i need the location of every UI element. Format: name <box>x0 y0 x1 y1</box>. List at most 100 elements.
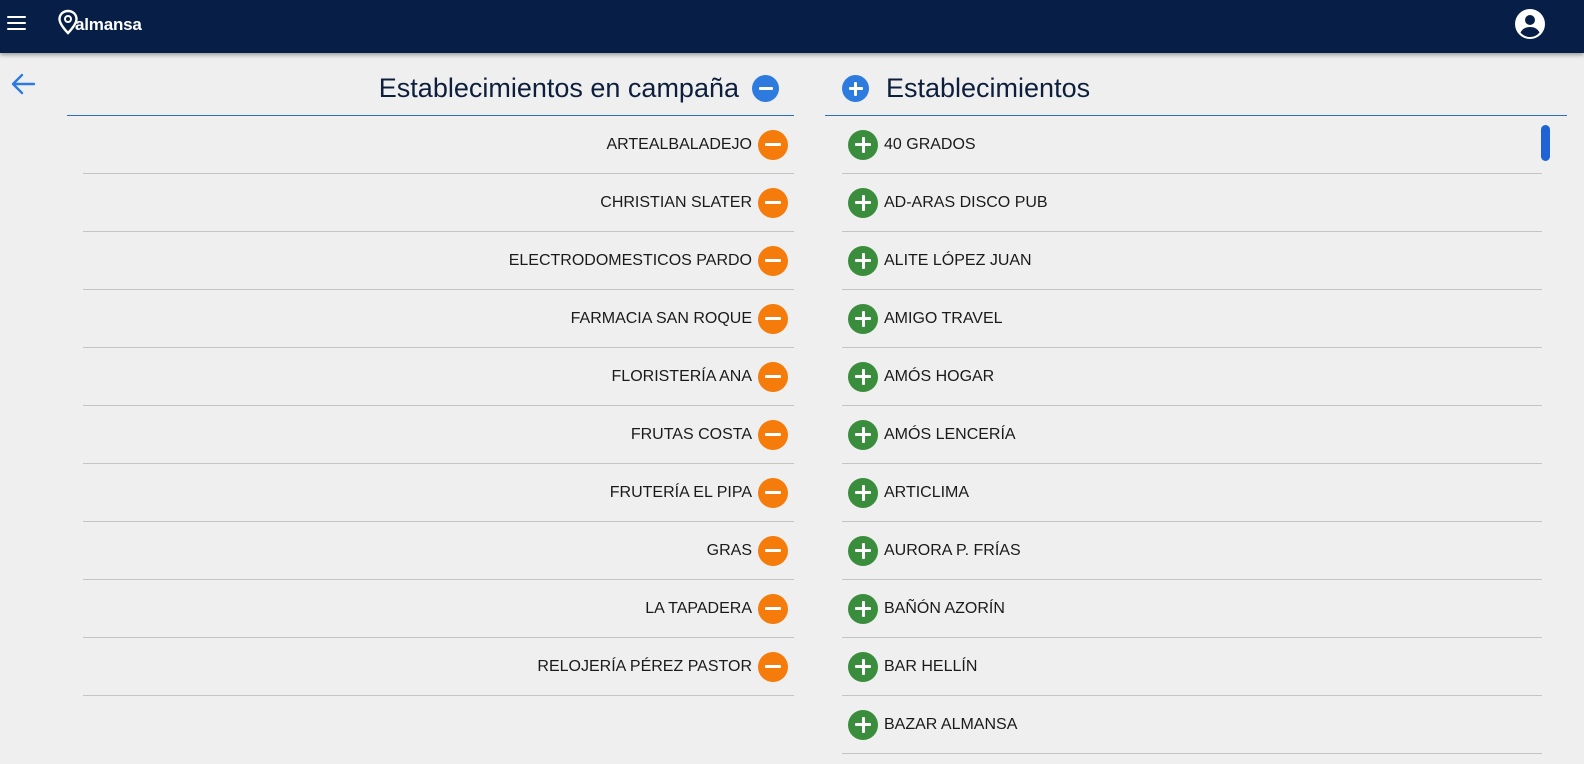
establishment-name: AMÓS LENCERÍA <box>884 425 1016 443</box>
list-item: ARTICLIMA <box>842 464 1542 522</box>
establishment-name: RELOJERÍA PÉREZ PASTOR <box>537 657 752 675</box>
campaign-establishments-panel: Establecimientos en campaña ARTEALBALADE… <box>67 62 794 696</box>
establishment-name: AD-ARAS DISCO PUB <box>884 193 1048 211</box>
logo-text: almansa <box>75 14 142 34</box>
app-logo[interactable]: almansa <box>58 7 142 39</box>
list-item: AD-ARAS DISCO PUB <box>842 174 1542 232</box>
remove-establishment-button[interactable] <box>758 419 788 450</box>
remove-establishment-button[interactable] <box>758 129 788 160</box>
list-item: BAÑÓN AZORÍN <box>842 580 1542 638</box>
minus-circle-icon <box>765 375 781 378</box>
establishment-name: 40 GRADOS <box>884 135 976 153</box>
remove-establishment-button[interactable] <box>758 477 788 508</box>
establishment-name: GRAS <box>706 541 752 559</box>
hamburger-menu-icon[interactable] <box>7 16 26 30</box>
list-item: GRAS <box>83 522 794 580</box>
plus-circle-icon <box>855 136 871 153</box>
all-establishments-panel: Establecimientos 40 GRADOS AD-ARAS DISCO … <box>825 62 1567 754</box>
list-item: LA TAPADERA <box>83 580 794 638</box>
plus-circle-icon <box>855 600 871 617</box>
plus-circle-icon <box>855 194 871 211</box>
plus-circle-icon <box>855 426 871 443</box>
establishment-name: CHRISTIAN SLATER <box>600 193 752 211</box>
list-item: RELOJERÍA PÉREZ PASTOR <box>83 638 794 696</box>
add-establishment-button[interactable] <box>848 129 878 160</box>
panel-title: Establecimientos en campaña <box>378 73 739 103</box>
add-establishment-button[interactable] <box>848 477 878 508</box>
remove-establishment-button[interactable] <box>758 361 788 392</box>
minus-circle-icon <box>765 143 781 146</box>
establishment-name: ELECTRODOMESTICOS PARDO <box>508 251 752 269</box>
establishment-name: BAÑÓN AZORÍN <box>884 599 1005 617</box>
establishment-name: AMIGO TRAVEL <box>884 309 1003 327</box>
add-establishment-button[interactable] <box>848 361 878 392</box>
list-item: AURORA P. FRÍAS <box>842 522 1542 580</box>
plus-circle-icon <box>855 368 871 385</box>
remove-establishment-button[interactable] <box>758 593 788 624</box>
remove-establishment-button[interactable] <box>758 651 788 682</box>
establishments-list: 40 GRADOS AD-ARAS DISCO PUB ALITE LÓPEZ JU… <box>842 116 1542 754</box>
minus-circle-icon <box>765 259 781 262</box>
scrollbar-thumb[interactable] <box>1541 125 1550 161</box>
arrow-left-icon[interactable] <box>9 70 37 98</box>
remove-establishment-button[interactable] <box>758 245 788 276</box>
establishment-name: FRUTERÍA EL PIPA <box>609 483 752 501</box>
plus-circle-icon <box>855 716 871 733</box>
minus-circle-icon <box>765 549 781 552</box>
establishment-name: AURORA P. FRÍAS <box>884 541 1021 559</box>
list-item: FLORISTERÍA ANA <box>83 348 794 406</box>
panel-title: Establecimientos <box>886 73 1091 103</box>
list-item: BAZAR ALMANSA <box>842 696 1542 754</box>
establishment-name: FRUTAS COSTA <box>630 425 752 443</box>
minus-circle-icon <box>765 201 781 204</box>
campaign-establishments-list: ARTEALBALADEJO CHRISTIAN SLATER ELECTRODOM… <box>83 116 794 696</box>
establishment-name: FARMACIA SAN ROQUE <box>570 309 752 327</box>
list-item: FRUTERÍA EL PIPA <box>83 464 794 522</box>
plus-circle-icon <box>855 310 871 327</box>
panel-header: Establecimientos en campaña <box>67 62 794 116</box>
plus-circle-icon <box>855 252 871 269</box>
list-item: 40 GRADOS <box>842 116 1542 174</box>
add-establishment-button[interactable] <box>848 535 878 566</box>
plus-circle-icon <box>855 484 871 501</box>
list-item: CHRISTIAN SLATER <box>83 174 794 232</box>
remove-establishment-button[interactable] <box>758 535 788 566</box>
plus-circle-icon <box>855 658 871 675</box>
plus-circle-icon <box>848 81 863 96</box>
list-item: FRUTAS COSTA <box>83 406 794 464</box>
list-item: AMÓS HOGAR <box>842 348 1542 406</box>
add-establishment-button[interactable] <box>848 303 878 334</box>
add-establishment-button[interactable] <box>848 419 878 450</box>
remove-all-button[interactable] <box>752 75 779 102</box>
establishment-name: AMÓS HOGAR <box>884 367 995 385</box>
minus-circle-icon <box>765 491 781 494</box>
establishment-name: ARTEALBALADEJO <box>606 135 752 153</box>
establishment-name: FLORISTERÍA ANA <box>611 367 752 385</box>
minus-circle-icon <box>758 87 773 90</box>
account-circle-icon[interactable] <box>1514 8 1546 40</box>
add-establishment-button[interactable] <box>848 245 878 276</box>
minus-circle-icon <box>765 433 781 436</box>
add-establishment-button[interactable] <box>848 709 878 740</box>
list-item: ALITE LÓPEZ JUAN <box>842 232 1542 290</box>
add-establishment-button[interactable] <box>848 593 878 624</box>
minus-circle-icon <box>765 665 781 668</box>
minus-circle-icon <box>765 317 781 320</box>
remove-establishment-button[interactable] <box>758 187 788 218</box>
remove-establishment-button[interactable] <box>758 303 788 334</box>
list-item: ELECTRODOMESTICOS PARDO <box>83 232 794 290</box>
panel-header: Establecimientos <box>825 62 1567 116</box>
establishment-name: LA TAPADERA <box>645 599 752 617</box>
establishment-name: ALITE LÓPEZ JUAN <box>884 251 1032 269</box>
add-establishment-button[interactable] <box>848 187 878 218</box>
list-item: ARTEALBALADEJO <box>83 116 794 174</box>
establishment-name: BAR HELLÍN <box>884 657 978 675</box>
list-item: BAR HELLÍN <box>842 638 1542 696</box>
add-establishment-button[interactable] <box>848 651 878 682</box>
add-all-button[interactable] <box>842 75 869 102</box>
list-item: AMIGO TRAVEL <box>842 290 1542 348</box>
establishment-name: ARTICLIMA <box>884 483 970 501</box>
top-app-bar: almansa <box>0 0 1584 53</box>
establishment-name: BAZAR ALMANSA <box>884 715 1018 733</box>
list-item: FARMACIA SAN ROQUE <box>83 290 794 348</box>
